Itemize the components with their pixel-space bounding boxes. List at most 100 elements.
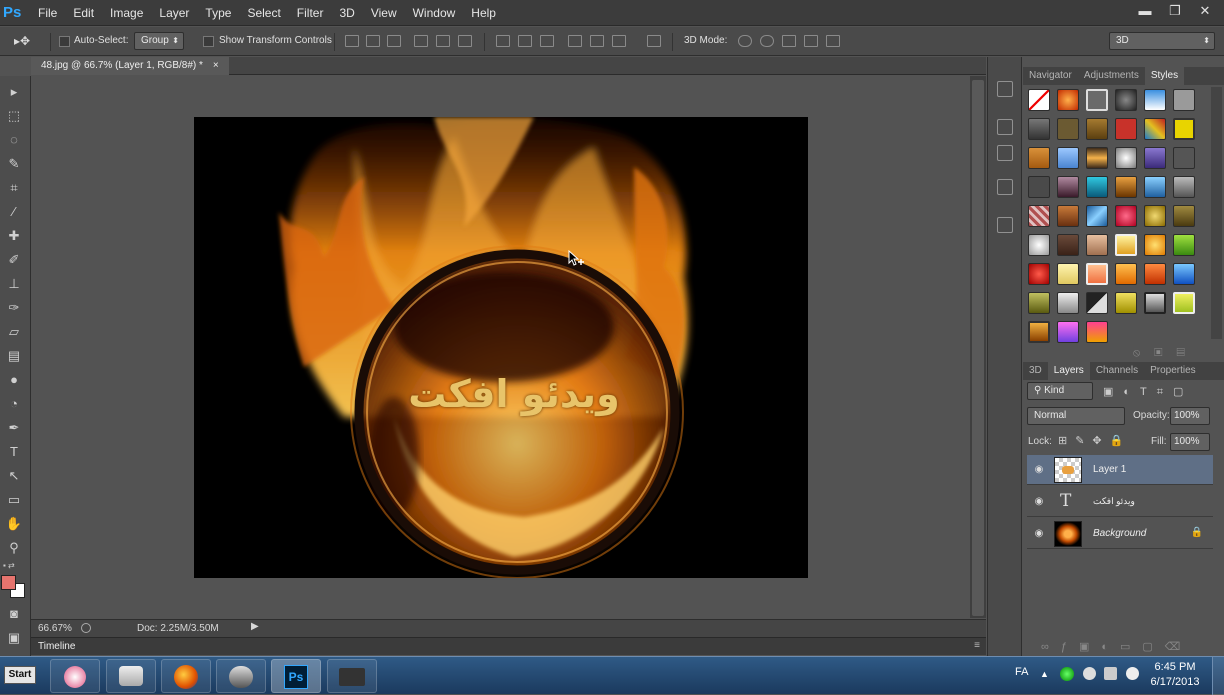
style-swatch[interactable] xyxy=(1144,234,1166,256)
style-swatch[interactable] xyxy=(1144,147,1166,169)
document-image[interactable]: ويدئو افكت xyxy=(194,117,808,578)
menu-view[interactable]: View xyxy=(363,0,405,26)
taskbar-app-media[interactable] xyxy=(216,659,266,693)
visibility-eye-icon[interactable]: ◉ xyxy=(1033,496,1045,508)
distribute-hcenter-icon[interactable] xyxy=(590,35,604,47)
distribute-left-icon[interactable] xyxy=(568,35,582,47)
style-swatch[interactable] xyxy=(1086,321,1108,343)
tray-volume-icon[interactable] xyxy=(1126,667,1139,680)
screen-mode-icon[interactable]: ▣ xyxy=(5,630,23,646)
align-bottom-icon[interactable] xyxy=(387,35,401,47)
quick-select-tool-icon[interactable]: ✎ xyxy=(5,156,23,172)
style-swatch[interactable] xyxy=(1115,147,1137,169)
taskbar-app-photoshop[interactable]: Ps xyxy=(271,659,321,693)
visibility-eye-icon[interactable]: ◉ xyxy=(1033,464,1045,476)
style-swatch[interactable] xyxy=(1028,234,1050,256)
style-swatch[interactable] xyxy=(1086,234,1108,256)
menu-window[interactable]: Window xyxy=(405,0,464,26)
styles-footer-icons[interactable]: ⦸▣▤ xyxy=(1133,347,1199,360)
style-swatch[interactable] xyxy=(1057,234,1079,256)
tab-navigator[interactable]: Navigator xyxy=(1023,67,1078,85)
blend-mode-dropdown[interactable]: Normal xyxy=(1027,407,1125,425)
status-share-icon[interactable] xyxy=(81,623,91,633)
move-tool-icon[interactable]: ▸ xyxy=(5,84,23,100)
blur-tool-icon[interactable]: ● xyxy=(5,372,23,388)
style-swatch[interactable] xyxy=(1086,176,1108,198)
language-indicator[interactable]: FA xyxy=(1015,666,1028,678)
brush-tool-icon[interactable]: ✐ xyxy=(5,252,23,268)
eyedropper-tool-icon[interactable]: ⁄ xyxy=(5,204,23,220)
style-swatch[interactable] xyxy=(1057,205,1079,227)
eraser-tool-icon[interactable]: ▱ xyxy=(5,324,23,340)
layer-filter-dropdown[interactable]: ⚲ Kind xyxy=(1027,382,1093,400)
align-vcenter-icon[interactable] xyxy=(366,35,380,47)
style-swatch[interactable] xyxy=(1115,205,1137,227)
style-swatch[interactable] xyxy=(1144,263,1166,285)
style-swatch[interactable] xyxy=(1115,292,1137,314)
crop-tool-icon[interactable]: ⌗ xyxy=(5,180,23,196)
history-panel-icon[interactable] xyxy=(997,81,1013,97)
taskbar-app-folder[interactable] xyxy=(106,659,156,693)
taskbar-app-explorer[interactable] xyxy=(327,659,377,693)
style-swatch[interactable] xyxy=(1173,263,1195,285)
quick-mask-icon[interactable]: ◙ xyxy=(5,606,23,622)
style-swatch[interactable] xyxy=(1028,292,1050,314)
status-menu-arrow-icon[interactable]: ▶ xyxy=(251,621,259,632)
style-swatch[interactable] xyxy=(1057,292,1079,314)
auto-select-dropdown[interactable]: Group ⬍ xyxy=(134,32,184,50)
style-swatch[interactable] xyxy=(1115,263,1137,285)
move-tool-preset-icon[interactable]: ▸✥ xyxy=(14,34,36,48)
style-swatch[interactable] xyxy=(1028,176,1050,198)
style-swatch[interactable] xyxy=(1086,205,1108,227)
start-button[interactable]: Start xyxy=(4,666,36,684)
show-desktop-button[interactable] xyxy=(1212,657,1224,695)
style-swatch[interactable] xyxy=(1115,234,1137,256)
3d-roll-icon[interactable] xyxy=(760,35,774,47)
distribute-top-icon[interactable] xyxy=(496,35,510,47)
style-swatch[interactable] xyxy=(1028,263,1050,285)
style-swatch[interactable] xyxy=(1028,321,1050,343)
3d-pan-icon[interactable] xyxy=(782,35,796,47)
menu-filter[interactable]: Filter xyxy=(289,0,332,26)
document-tab[interactable]: 48.jpg @ 66.7% (Layer 1, RGB/8#) * × xyxy=(31,57,229,75)
zoom-level[interactable]: 66.67% xyxy=(38,623,72,634)
style-swatch[interactable] xyxy=(1173,89,1195,111)
style-swatch[interactable] xyxy=(1028,89,1050,111)
visibility-eye-icon[interactable]: ◉ xyxy=(1033,528,1045,540)
style-swatch[interactable] xyxy=(1057,176,1079,198)
style-swatch[interactable] xyxy=(1086,118,1108,140)
clone-source-icon[interactable] xyxy=(997,179,1013,195)
style-swatch[interactable] xyxy=(1144,176,1166,198)
style-swatch[interactable] xyxy=(1173,205,1195,227)
gradient-tool-icon[interactable]: ▤ xyxy=(5,348,23,364)
type-tool-icon[interactable]: T xyxy=(5,444,23,460)
clock[interactable]: 6:45 PM 6/17/2013 xyxy=(1148,660,1202,690)
zoom-tool-icon[interactable]: ⚲ xyxy=(5,540,23,556)
menu-layer[interactable]: Layer xyxy=(151,0,197,26)
lock-icons[interactable]: ⊞✎✥🔒 xyxy=(1058,434,1131,447)
3d-scale-icon[interactable] xyxy=(826,35,840,47)
tray-speaker-icon[interactable] xyxy=(1104,667,1117,680)
distribute-vcenter-icon[interactable] xyxy=(518,35,532,47)
style-swatch[interactable] xyxy=(1115,89,1137,111)
align-hcenter-icon[interactable] xyxy=(436,35,450,47)
style-swatch[interactable] xyxy=(1086,89,1108,111)
align-right-icon[interactable] xyxy=(458,35,472,47)
style-swatch[interactable] xyxy=(1173,234,1195,256)
tab-styles[interactable]: Styles xyxy=(1144,67,1185,85)
styles-scrollbar[interactable] xyxy=(1211,87,1222,339)
menu-edit[interactable]: Edit xyxy=(65,0,102,26)
style-swatch[interactable] xyxy=(1144,89,1166,111)
menu-file[interactable]: File xyxy=(30,0,65,26)
tray-show-hidden-icon[interactable]: ▲ xyxy=(1040,669,1049,679)
3d-slide-icon[interactable] xyxy=(804,35,818,47)
opacity-input[interactable]: 100% xyxy=(1170,407,1210,425)
taskbar-app-paint[interactable] xyxy=(50,659,100,693)
auto-align-icon[interactable] xyxy=(647,35,661,47)
style-swatch[interactable] xyxy=(1173,176,1195,198)
layer-row-background[interactable]: ◉ Background 🔒 xyxy=(1027,519,1213,549)
menu-image[interactable]: Image xyxy=(102,0,151,26)
style-swatch[interactable] xyxy=(1086,263,1108,285)
3d-rotate-icon[interactable] xyxy=(738,35,752,47)
tool-presets-icon[interactable] xyxy=(997,217,1013,233)
